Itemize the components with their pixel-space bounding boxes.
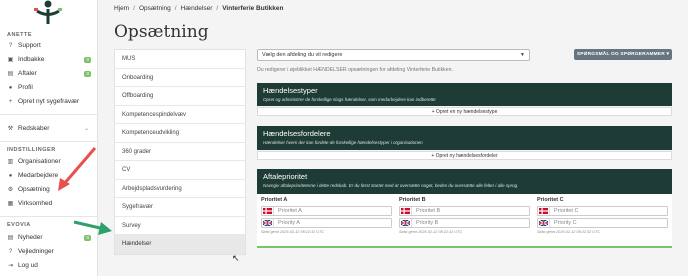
panel-subtitle: Hændelser hvem der kan fordele de forske…: [263, 140, 423, 145]
danish-flag-icon: [400, 207, 412, 215]
dept-item-haendelser[interactable]: Hændelser: [115, 235, 245, 254]
chevron-down-icon: ▼: [520, 52, 525, 58]
logout-icon: ⇥: [7, 263, 14, 269]
office-icon: ▦: [7, 201, 14, 207]
sidebar-item-vejledninger[interactable]: ? Vejledninger: [7, 246, 93, 257]
sidebar-item-aftaler[interactable]: ▤ Aftaler 0: [7, 68, 93, 79]
sidebar-divider: [0, 141, 98, 142]
panel-header-aftaleprioritet: Aftaleprioritet Navngiv aftaleprioritete…: [257, 169, 672, 194]
news-badge: 0: [84, 234, 91, 241]
building-icon: ▥: [7, 159, 14, 165]
sidebar-item-indbakke[interactable]: ▣ Indbakke 0: [7, 54, 93, 65]
breadcrumb-link-haendelser[interactable]: Hændelser: [181, 5, 213, 12]
dept-item-360-grader[interactable]: 360 grader: [115, 143, 245, 161]
calendar-icon: ▤: [7, 71, 14, 77]
sidebar-item-organisationer[interactable]: ▥ Organisationer: [7, 156, 93, 167]
panel-title: Hændelsesfordelere: [263, 129, 331, 138]
gear-icon: ⚙: [7, 187, 14, 193]
page-title: Opsætning: [114, 22, 209, 42]
section-title-anette: ANETTE: [7, 32, 32, 38]
dept-item-kompetencespindelvaev[interactable]: Kompetencespindelvæv: [115, 106, 245, 124]
dept-item-arbejdspladsvurdering[interactable]: Arbejdspladsvurdering: [115, 180, 245, 198]
uk-flag-icon: [538, 219, 550, 227]
user-icon: ●: [8, 84, 13, 91]
dept-item-kompetenceudvikling[interactable]: Kompetenceudvikling: [115, 124, 245, 143]
panel-header-haendelsestyper: Hændelsestyper Opret og administrer de f…: [257, 83, 672, 106]
panel-title: Aftaleprioritet: [263, 172, 308, 181]
dept-item-survey[interactable]: Survey: [115, 217, 245, 235]
sidebar-item-redskaber[interactable]: ⚒ Redskaber ⌄: [7, 123, 93, 134]
section-title-indstillinger: INDSTILLINGER: [7, 147, 56, 153]
department-select[interactable]: Vælg den afdeling du vil redigere ▼: [257, 49, 530, 61]
sidebar-item-nyheder[interactable]: ▤ Nyheder 0: [7, 232, 93, 243]
department-select-value: Vælg den afdeling du vil redigere: [262, 52, 343, 58]
priority-column-a: Prioritet A Prioritet A Priority A Sidst…: [261, 197, 392, 234]
sidebar-item-opsaetning[interactable]: ⚙ Opsætning: [7, 184, 93, 195]
mouse-cursor-icon: ↖: [232, 253, 240, 263]
breadcrumb-separator: /: [133, 5, 135, 12]
sidebar-item-support[interactable]: ? Support: [7, 40, 93, 51]
priority-label: Prioritet B: [399, 197, 426, 203]
dept-item-sygefravaer[interactable]: Sygefravær: [115, 198, 245, 217]
priority-a-danish-input[interactable]: Prioritet A: [261, 206, 392, 216]
info-text: Du redigerer i øjeblikket HÆNDELSER opsæ…: [257, 67, 453, 73]
priority-label: Prioritet C: [537, 197, 564, 203]
section-title-evovia: EVOVIA: [7, 222, 31, 228]
department-list: MUS Onboarding Offboarding Kompetencespi…: [114, 49, 246, 255]
question-icon: ?: [8, 42, 13, 49]
chevron-down-icon: ⌄: [83, 126, 89, 132]
uk-flag-icon: [400, 219, 412, 227]
breadcrumb-separator: /: [216, 5, 219, 12]
dept-item-mus[interactable]: MUS: [115, 50, 245, 69]
panel-header-haendelsesfordelere: Hændelsesfordelere Hændelser hvem der ka…: [257, 126, 672, 150]
priority-label: Prioritet A: [261, 197, 288, 203]
inbox-icon: ▣: [7, 57, 14, 63]
tools-icon: ⚒: [7, 126, 14, 132]
survey-questions-button[interactable]: SPØRGSMÅL OG SPØRGERAMMER ▾: [574, 49, 672, 60]
question-icon: ?: [8, 248, 13, 255]
breadcrumb-current: Vinterferie Butikken: [222, 5, 284, 12]
sidebar-item-virksomhed[interactable]: ▦ Virksomhed: [7, 198, 93, 209]
sidebar-divider: [0, 114, 98, 115]
priority-panel-body: Prioritet A Prioritet A Priority A Sidst…: [257, 194, 672, 248]
priority-saved-text: Sidst gemt 2025-02-12 08:22:32 UTC: [261, 230, 325, 234]
priority-c-danish-input[interactable]: Prioritet C: [537, 206, 668, 216]
breadcrumb: Hjem / Opsætning / Hændelser / Vinterfer…: [114, 5, 284, 12]
create-event-distributor-button[interactable]: + Opret ny hændelsesfordeler: [257, 151, 672, 160]
dept-item-cv[interactable]: CV: [115, 161, 245, 180]
priority-b-english-input[interactable]: Priority B: [399, 218, 530, 228]
news-icon: ▤: [7, 235, 14, 241]
logo: [34, 0, 62, 24]
panel-title: Hændelsestyper: [263, 86, 318, 95]
dept-item-onboarding[interactable]: Onboarding: [115, 69, 245, 87]
aftaler-badge: 0: [84, 70, 91, 77]
panel-subtitle: Opret og administrer de forskellige slag…: [263, 97, 436, 102]
sidebar-divider: [0, 216, 98, 217]
panel-subtitle: Navngiv aftaleprioriteterne i dette reds…: [263, 183, 519, 188]
sidebar-item-medarbejdere[interactable]: ● Medarbejdere: [7, 170, 93, 181]
create-event-type-button[interactable]: + Opret en ny hændelsestype: [257, 107, 672, 116]
sidebar-item-log-ud[interactable]: ⇥ Log ud: [7, 260, 93, 271]
breadcrumb-link-opsaetning[interactable]: Opsætning: [139, 5, 171, 12]
priority-saved-text: Sidst gemt 2025-02-12 08:22:32 UTC: [399, 230, 463, 234]
caret-down-icon: ▾: [666, 52, 670, 57]
priority-a-english-input[interactable]: Priority A: [261, 218, 392, 228]
dept-item-offboarding[interactable]: Offboarding: [115, 87, 245, 106]
sidebar: ANETTE ? Support ▣ Indbakke 0 ▤ Aftaler …: [0, 0, 98, 276]
priority-column-c: Prioritet C Prioritet C Priority C Sidst…: [537, 197, 668, 234]
users-icon: ●: [8, 172, 13, 179]
sidebar-item-opret-sygefravaer[interactable]: + Opret nyt sygefravær: [7, 96, 93, 107]
uk-flag-icon: [262, 219, 274, 227]
sidebar-item-profil[interactable]: ● Profil: [7, 82, 93, 93]
breadcrumb-separator: /: [174, 5, 177, 12]
priority-saved-text: Sidst gemt 2025-02-12 08:22:32 UTC: [537, 230, 601, 234]
inbox-badge: 0: [84, 56, 91, 63]
priority-b-danish-input[interactable]: Prioritet B: [399, 206, 530, 216]
plus-icon: +: [8, 98, 13, 105]
breadcrumb-link-hjem[interactable]: Hjem: [114, 5, 129, 12]
danish-flag-icon: [262, 207, 274, 215]
priority-c-english-input[interactable]: Priority C: [537, 218, 668, 228]
danish-flag-icon: [538, 207, 550, 215]
priority-column-b: Prioritet B Prioritet B Priority B Sidst…: [399, 197, 530, 234]
